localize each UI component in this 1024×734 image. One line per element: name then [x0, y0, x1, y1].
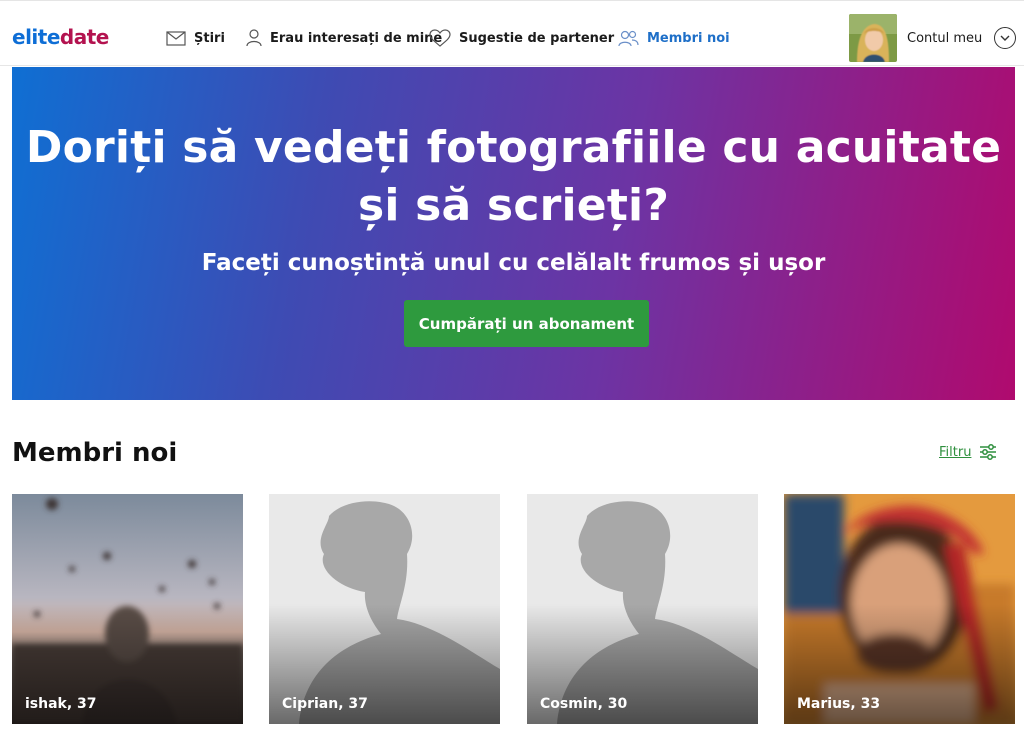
- member-name-age: Marius, 33: [797, 696, 881, 712]
- nav-item-partner-suggestion[interactable]: Sugestie de partener: [429, 26, 614, 50]
- person-icon: [246, 29, 262, 47]
- heart-icon: [429, 29, 451, 47]
- logo-part-date: date: [59, 25, 109, 49]
- member-card[interactable]: Marius, 33: [784, 494, 1015, 724]
- nav-item-new-members-label: Membri noi: [647, 30, 730, 46]
- nav-item-new-members[interactable]: Membri noi: [618, 26, 730, 50]
- elitedate-logo[interactable]: elitedate: [12, 25, 109, 49]
- member-name-age: Cosmin, 30: [540, 696, 628, 712]
- envelope-icon: [166, 30, 186, 46]
- top-navigation-bar: elitedate Știri Erau interesați de mine …: [0, 0, 1024, 66]
- member-name-age: Ciprian, 37: [282, 696, 368, 712]
- member-card[interactable]: ishak, 37: [12, 494, 243, 724]
- banner-subtitle: Faceți cunoștință unul cu celălalt frumo…: [201, 250, 826, 276]
- filter-button[interactable]: Filtru: [939, 444, 997, 460]
- subscription-promo-banner: Doriți să vedeți fotografiile cu acuitat…: [12, 67, 1015, 400]
- chevron-down-icon[interactable]: [994, 27, 1017, 49]
- sliders-icon: [980, 444, 997, 460]
- user-avatar[interactable]: [849, 14, 897, 62]
- member-card[interactable]: Cosmin, 30: [527, 494, 758, 724]
- nav-item-interested-label: Erau interesați de mine: [270, 30, 443, 46]
- filter-label: Filtru: [939, 444, 972, 460]
- section-title: Membri noi: [12, 438, 178, 468]
- buy-subscription-button[interactable]: Cumpărați un abonament: [404, 300, 649, 347]
- nav-item-news[interactable]: Știri: [166, 26, 225, 50]
- people-icon: [618, 30, 639, 46]
- member-name-age: ishak, 37: [25, 696, 97, 712]
- nav-item-partner-label: Sugestie de partener: [459, 30, 615, 46]
- logo-part-elite: elite: [12, 25, 60, 49]
- account-label: Contul meu: [907, 30, 983, 46]
- member-card[interactable]: Ciprian, 37: [269, 494, 500, 724]
- nav-item-news-label: Știri: [194, 30, 225, 46]
- account-menu[interactable]: Contul meu: [849, 14, 1017, 62]
- banner-headline: Doriți să vedeți fotografiile cu acuitat…: [25, 122, 1002, 231]
- nav-item-interested-in-me[interactable]: Erau interesați de mine: [246, 26, 442, 50]
